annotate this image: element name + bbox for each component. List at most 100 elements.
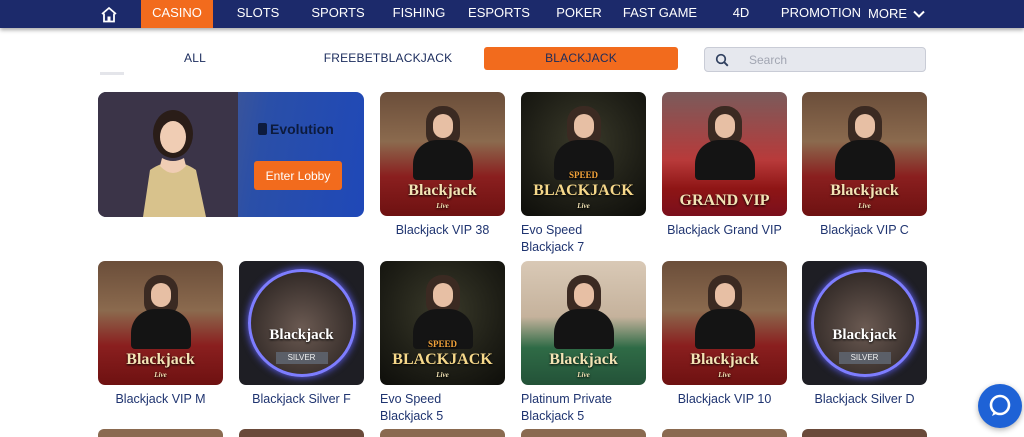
game-title[interactable]: Evo Speed Blackjack 7 (521, 222, 631, 256)
home-icon (101, 6, 117, 22)
game-thumbnail: SPEED BLACKJACK Live (521, 92, 646, 216)
dealer-face-shape (432, 283, 453, 307)
chevron-down-icon (913, 10, 925, 18)
game-title[interactable]: Blackjack VIP 10 (662, 391, 787, 408)
game-logo-text: Blackjack (549, 351, 618, 368)
game-title[interactable]: Blackjack VIP 38 (380, 222, 505, 239)
game-card[interactable]: Blackjack Live Platinum Private Blackjack … (521, 261, 646, 425)
tab-all[interactable]: ALL (160, 47, 230, 70)
game-logo-subtitle: Live (577, 371, 590, 379)
game-logo-text: Blackjack (690, 351, 759, 368)
game-card-peek (239, 429, 364, 437)
game-card-peek (380, 429, 505, 437)
nav-more-label: MORE (868, 6, 907, 21)
dealer-face-shape (432, 114, 453, 138)
dealer-face-shape (573, 114, 594, 138)
game-thumbnail: Blackjack Live (98, 261, 223, 385)
game-logo-text: GRAND VIP (679, 192, 770, 209)
evolution-lobby-banner[interactable]: Evolution (98, 92, 364, 217)
dealer-body-shape (412, 140, 473, 180)
game-thumbnail: Blackjack Live (380, 92, 505, 216)
game-logo-prefix: SPEED (568, 170, 598, 180)
game-logo-text: Blackjack (126, 351, 195, 368)
silver-badge: SILVER (275, 352, 328, 364)
game-card-peek (98, 429, 223, 437)
game-title[interactable]: Evo Speed Blackjack 5 (380, 391, 490, 425)
nav-home[interactable] (95, 0, 123, 28)
game-title[interactable]: Blackjack Silver D (802, 391, 927, 408)
game-logo-subtitle: Live (718, 371, 731, 379)
dealer-body-shape (553, 309, 614, 349)
dealer-face-shape (714, 283, 735, 307)
nav-casino[interactable]: CASINO (141, 0, 213, 28)
tab-blackjack[interactable]: BLACKJACK (484, 47, 678, 70)
dealer-face-shape (573, 283, 594, 307)
game-title[interactable]: Blackjack Silver F (239, 391, 364, 408)
game-title[interactable]: Blackjack VIP C (802, 222, 927, 239)
dealer-face-shape (854, 114, 875, 138)
game-card[interactable]: Blackjack SILVER Blackjack Silver F (239, 261, 364, 408)
nav-esports[interactable]: ESPORTS (466, 0, 532, 28)
search-icon[interactable] (715, 53, 729, 67)
chat-bubble-icon (989, 394, 1011, 416)
dealer-body-shape (130, 309, 191, 349)
game-thumbnail: GRAND VIP (662, 92, 787, 216)
game-card[interactable]: SPEED BLACKJACK Live Evo Speed Blackjack 7 (521, 92, 646, 256)
game-thumbnail: Blackjack Live (521, 261, 646, 385)
game-card-peek (521, 429, 646, 437)
enter-lobby-button[interactable]: Enter Lobby (254, 161, 342, 190)
game-logo-text: Blackjack (832, 327, 897, 343)
game-card-peek (662, 429, 787, 437)
game-card[interactable]: Blackjack Live Blackjack VIP M (98, 261, 223, 408)
game-logo-text: Blackjack (408, 182, 477, 199)
game-card[interactable]: Blackjack Live Blackjack VIP 10 (662, 261, 787, 408)
game-thumbnail: Blackjack Live (662, 261, 787, 385)
evolution-icon (258, 123, 267, 135)
game-title[interactable]: Blackjack Grand VIP (662, 222, 787, 239)
game-logo-subtitle: Live (436, 202, 449, 210)
game-card[interactable]: GRAND VIP Blackjack Grand VIP (662, 92, 787, 239)
game-logo-prefix: SPEED (427, 339, 457, 349)
game-thumbnail: SPEED BLACKJACK Live (380, 261, 505, 385)
game-logo-subtitle: Live (154, 371, 167, 379)
game-title[interactable]: Platinum Private Blackjack 5 (521, 391, 631, 425)
dealer-face-shape (714, 114, 735, 138)
game-logo-text: BLACKJACK (533, 182, 634, 199)
nav-sports[interactable]: SPORTS (306, 0, 370, 28)
nav-poker[interactable]: POKER (551, 0, 607, 28)
search-box (704, 47, 926, 72)
game-logo-text: Blackjack (830, 182, 899, 199)
nav-fishing[interactable]: FISHING (386, 0, 452, 28)
dealer-body-shape (694, 140, 755, 180)
game-card[interactable]: SPEED BLACKJACK Live Evo Speed Blackjack 5 (380, 261, 505, 425)
game-logo-subtitle: Live (436, 371, 449, 379)
top-navigation: CASINO SLOTS SPORTS FISHING ESPORTS POKE… (0, 0, 1024, 28)
nav-promotion[interactable]: PROMOTION (780, 0, 862, 28)
search-input[interactable] (749, 48, 919, 71)
game-thumbnail: Blackjack SILVER (802, 261, 927, 385)
game-card[interactable]: Blackjack SILVER Blackjack Silver D (802, 261, 927, 408)
dealer-portrait-image (98, 92, 238, 217)
game-card[interactable]: Blackjack Live Blackjack VIP C (802, 92, 927, 239)
divider (100, 72, 124, 75)
nav-slots[interactable]: SLOTS (228, 0, 288, 28)
dealer-body-shape (834, 140, 895, 180)
game-thumbnail: Blackjack Live (802, 92, 927, 216)
provider-name: Evolution (270, 121, 334, 137)
game-logo-text: BLACKJACK (392, 351, 493, 368)
nav-4d[interactable]: 4D (722, 0, 760, 28)
nav-more[interactable]: MORE (868, 0, 928, 28)
live-chat-button[interactable] (978, 384, 1022, 428)
game-thumbnail: Blackjack SILVER (239, 261, 364, 385)
dealer-body-shape (694, 309, 755, 349)
game-logo-subtitle: Live (577, 202, 590, 210)
game-card[interactable]: Blackjack Live Blackjack VIP 38 (380, 92, 505, 239)
provider-logo: Evolution (258, 119, 348, 139)
game-title[interactable]: Blackjack VIP M (98, 391, 223, 408)
nav-fast-game[interactable]: FAST GAME (620, 0, 700, 28)
game-logo-subtitle: Live (858, 202, 871, 210)
game-logo-text: Blackjack (269, 327, 334, 343)
silver-badge: SILVER (838, 352, 891, 364)
dealer-face-shape (150, 283, 171, 307)
tab-freebetblackjack[interactable]: FREEBETBLACKJACK (316, 47, 460, 70)
